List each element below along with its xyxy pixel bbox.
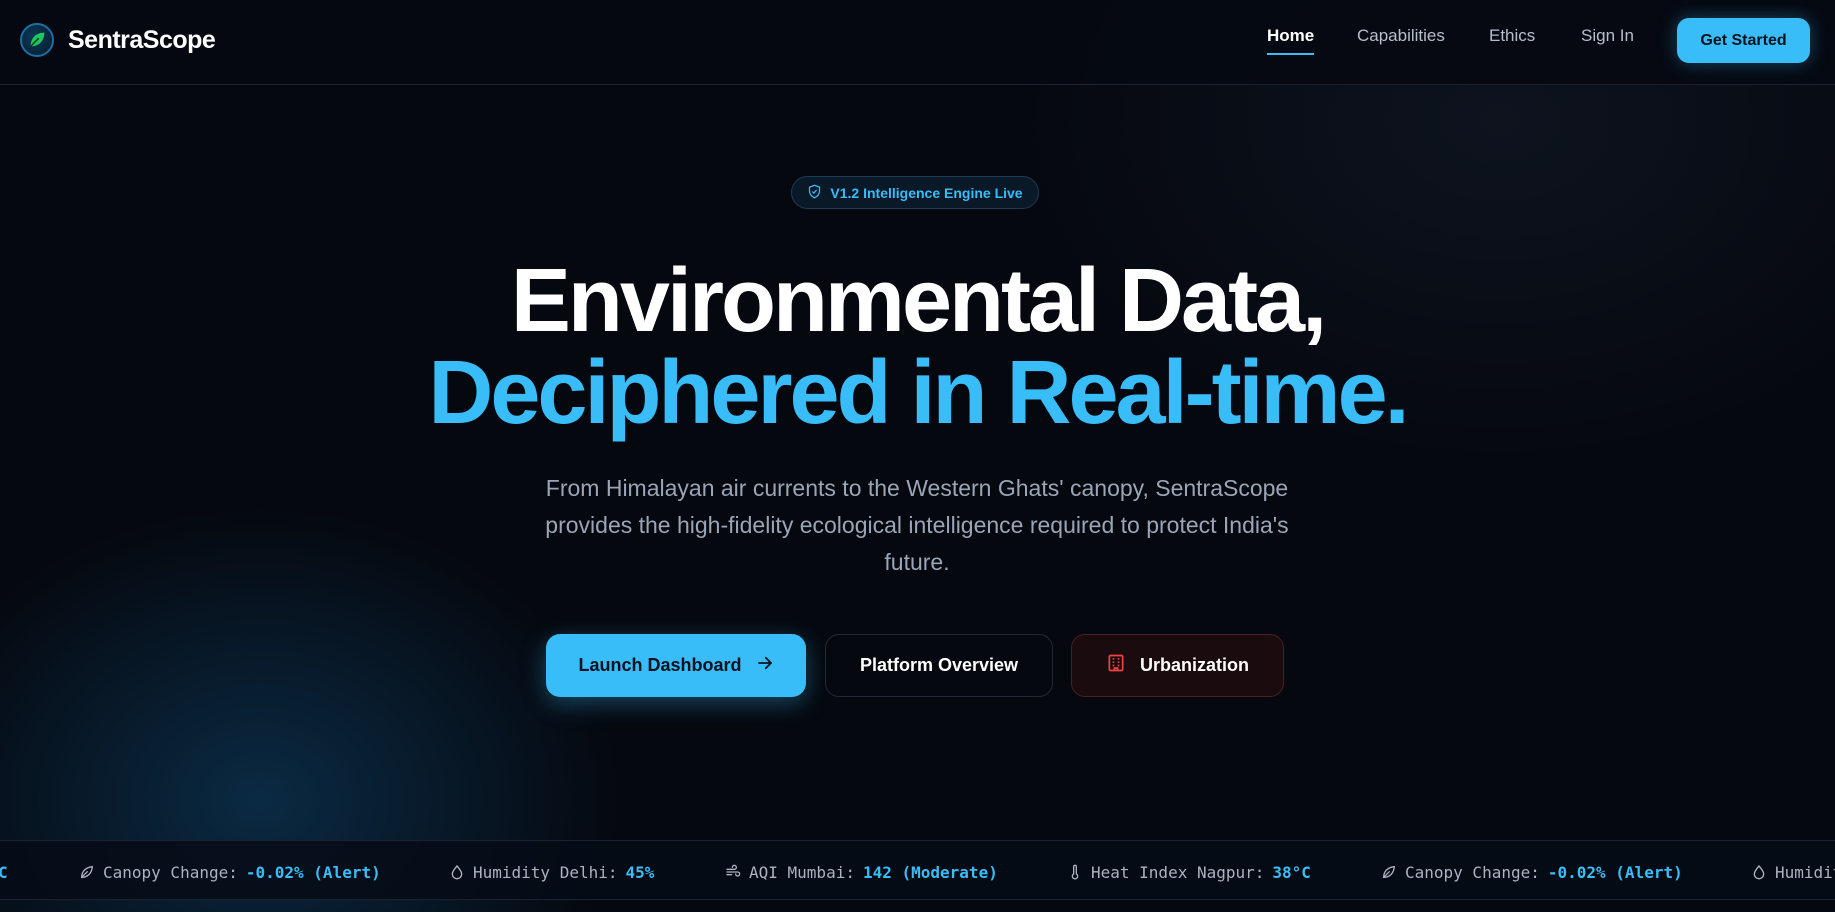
brand[interactable]: SentraScope [20,21,216,59]
top-nav: SentraScope Home Capabilities Ethics Sig… [0,0,1835,85]
ticker-item: AQI Mumbai: 142 (Moderate) [725,861,998,883]
hero-subtitle: From Himalayan air currents to the Weste… [545,475,1289,575]
building-icon [1106,653,1126,678]
metrics-ticker: C Canopy Change: -0.02% (Alert) Humidity… [0,840,1835,900]
thermometer-icon [1067,864,1083,880]
ticker-fragment-trailing: Humidit [1751,861,1835,883]
arrow-right-icon [756,654,774,677]
nav-sign-in[interactable]: Sign In [1581,26,1634,46]
leaf-icon [79,864,95,880]
version-badge: V1.2 Intelligence Engine Live [791,176,1039,209]
hero-title-line-2: Deciphered in Real-time. [428,343,1409,443]
wind-icon [725,864,741,880]
shield-check-icon [807,184,822,202]
droplet-icon [449,864,465,880]
urbanization-label: Urbanization [1139,655,1249,675]
nav-capabilities[interactable]: Capabilities [1357,26,1445,46]
background-glow [0,0,1835,912]
platform-overview-label: Platform Overview [859,655,1019,675]
launch-dashboard-label: Launch Dashboard [578,655,742,675]
urbanization-button[interactable]: Urbanization [1071,634,1284,697]
ticker-item: Canopy Change: -0.02% (Alert) [1381,861,1683,883]
leaf-icon [1381,864,1397,880]
badge-label: V1.2 Intelligence Engine Live [830,184,1023,201]
ticker-item: Canopy Change: -0.02% (Alert) [79,861,381,883]
platform-overview-button[interactable]: Platform Overview [825,634,1053,697]
brand-name: SentraScope [68,25,216,54]
droplet-icon [1751,864,1767,880]
ticker-item: Humidity Delhi: 45% [449,861,654,883]
leaf-logo-icon [20,23,54,57]
get-started-button[interactable]: Get Started [1677,18,1810,63]
nav-home[interactable]: Home [1267,26,1315,55]
nav-ethics[interactable]: Ethics [1489,26,1535,46]
launch-dashboard-button[interactable]: Launch Dashboard [546,634,806,697]
ticker-fragment-leading: C [0,861,8,883]
ticker-item: Heat Index Nagpur: 38°C [1067,861,1311,883]
